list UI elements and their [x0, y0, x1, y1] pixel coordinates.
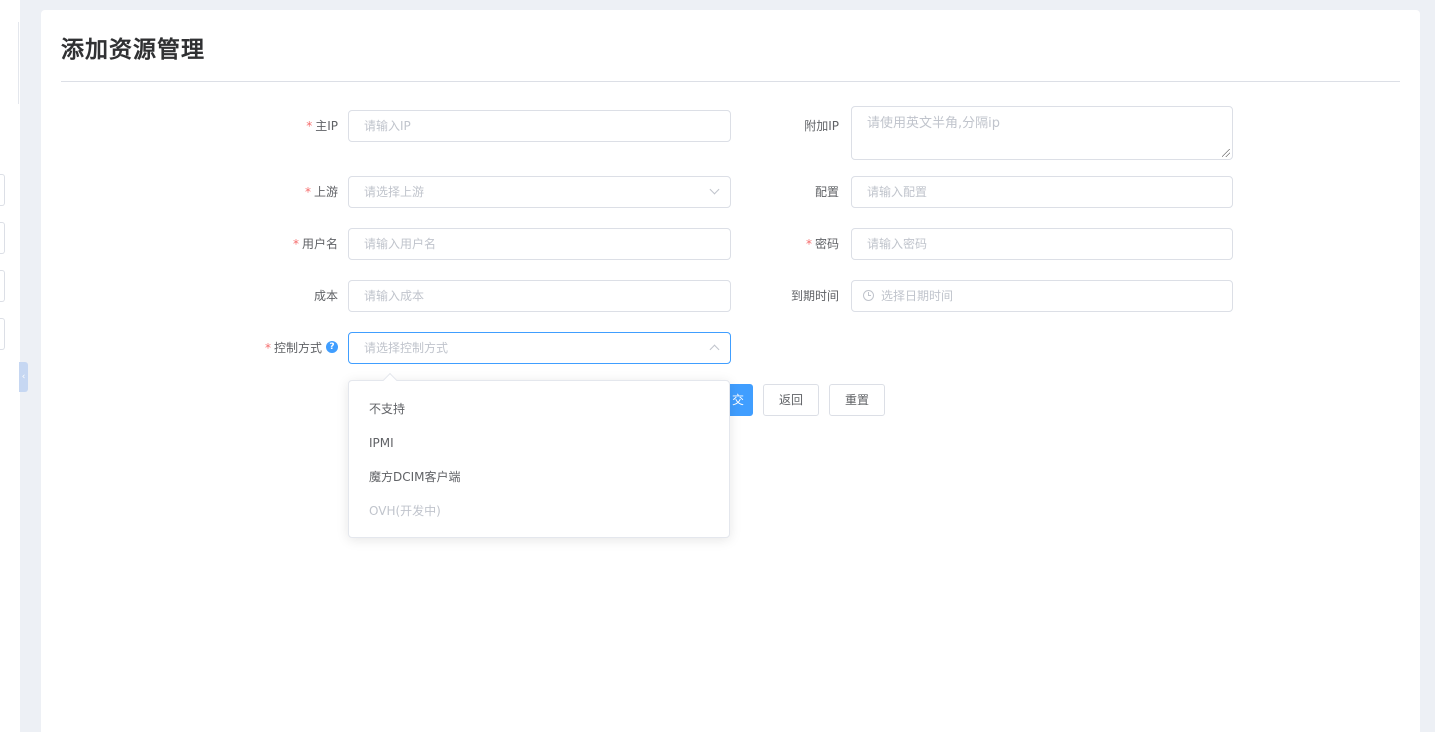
- extra-ip-textarea[interactable]: 请使用英文半角,分隔ip: [851, 106, 1233, 160]
- config-label: 配置: [814, 185, 839, 199]
- dropdown-option[interactable]: IPMI: [349, 426, 729, 460]
- config-input[interactable]: 请输入配置: [851, 176, 1233, 208]
- sidebar-edge: [0, 0, 20, 732]
- dropdown-option[interactable]: 魔方DCIM客户端: [349, 460, 729, 494]
- dropdown-option-disabled: OVH(开发中): [369, 504, 441, 518]
- main-ip-label: * 主IP: [306, 119, 338, 133]
- dropdown-option[interactable]: 不支持: [349, 392, 729, 426]
- sidebar-stub: [0, 270, 5, 302]
- main-ip-input[interactable]: 请输入IP: [348, 110, 731, 142]
- sidebar-stub: [0, 318, 5, 350]
- chevron-down-icon: [709, 184, 720, 195]
- dropdown-arrow: [382, 372, 398, 388]
- page-title: 添加资源管理: [61, 37, 205, 63]
- cost-label: 成本: [313, 289, 338, 303]
- control-method-select[interactable]: 请选择控制方式: [348, 332, 731, 364]
- resize-handle-icon[interactable]: [1222, 149, 1230, 157]
- control-method-dropdown: 不支持 IPMI 魔方DCIM客户端 OVH(开发中): [348, 372, 730, 538]
- chevron-up-icon: [709, 344, 720, 355]
- username-input[interactable]: 请输入用户名: [348, 228, 731, 260]
- expire-time-label: 到期时间: [790, 289, 839, 303]
- password-label: * 密码: [805, 237, 839, 251]
- cost-input[interactable]: 请输入成本: [348, 280, 731, 312]
- sidebar-stub: [0, 222, 5, 254]
- clock-icon: [863, 290, 874, 301]
- upstream-label: * 上游: [304, 185, 338, 199]
- back-button[interactable]: 返回: [763, 384, 819, 416]
- sidebar-divider: [18, 22, 19, 104]
- form-card: 添加资源管理 * 主IP 请输入IP 附加IP 请使用英文半角,分隔ip * 上游 …: [41, 10, 1420, 732]
- sidebar-stub: [0, 174, 5, 206]
- upstream-select[interactable]: 请选择上游: [348, 176, 731, 208]
- question-circle-icon[interactable]: ?: [326, 340, 338, 353]
- extra-ip-label: 附加IP: [804, 119, 839, 133]
- expire-time-picker[interactable]: 选择日期时间: [851, 280, 1233, 312]
- reset-button[interactable]: 重置: [829, 384, 885, 416]
- control-method-label: * 控制方式?: [221, 332, 338, 364]
- password-input[interactable]: 请输入密码: [851, 228, 1233, 260]
- sidebar-collapse-handle[interactable]: ‹: [19, 362, 28, 392]
- username-label: * 用户名: [292, 237, 338, 251]
- title-divider: [61, 81, 1400, 82]
